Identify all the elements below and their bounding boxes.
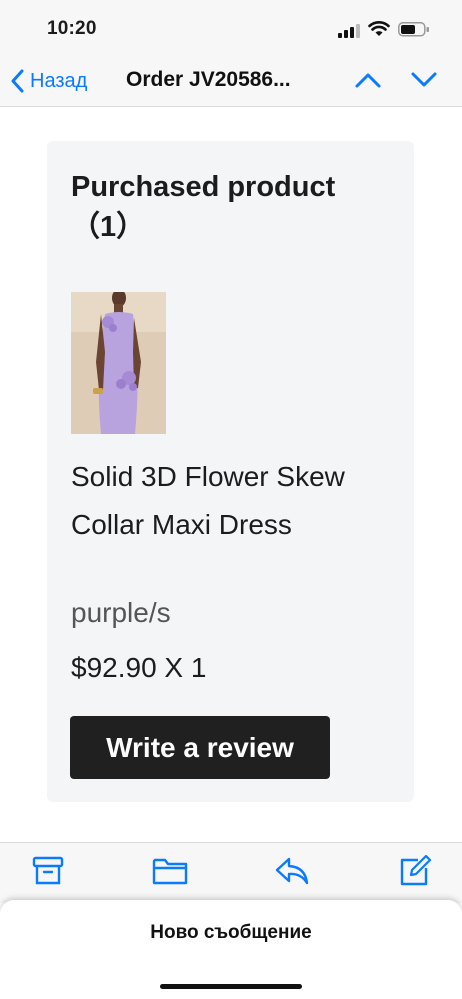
next-message-chevron-down-icon[interactable] <box>410 70 438 90</box>
home-indicator[interactable] <box>160 984 302 989</box>
product-variant: purple/s <box>71 597 171 628</box>
battery-icon <box>398 22 429 37</box>
cut-off-text: ... <box>48 107 71 113</box>
card-title: Purchased product （1） <box>71 171 336 243</box>
product-image[interactable] <box>71 292 166 434</box>
folder-icon[interactable] <box>152 855 188 887</box>
reply-icon[interactable] <box>274 855 310 887</box>
navigation-bar: Назад Order JV20586... <box>0 58 462 107</box>
new-message-title: Ново съобщение <box>150 922 312 943</box>
email-subject-title: Order JV20586... <box>126 68 291 91</box>
chevron-left-icon <box>11 69 24 93</box>
dress-photo-illustration <box>71 292 166 434</box>
archive-icon[interactable] <box>32 855 64 887</box>
mail-toolbar <box>0 842 462 903</box>
wifi-icon <box>368 21 390 36</box>
compose-icon[interactable] <box>398 855 432 887</box>
previous-message-chevron-up-icon[interactable] <box>354 70 382 90</box>
status-time: 10:20 <box>47 18 97 39</box>
write-review-button[interactable]: Write a review <box>70 716 330 779</box>
product-price: $92.90 X 1 <box>71 652 207 683</box>
status-bar: 10:20 <box>0 0 462 58</box>
purchased-product-card: Purchased product （1） Solid 3D Flower Sk… <box>47 141 414 802</box>
cellular-signal-icon <box>338 24 360 38</box>
email-body[interactable]: ... Purchased product （1） Solid 3D Flowe… <box>0 107 462 842</box>
back-label: Назад <box>30 69 88 92</box>
product-name[interactable]: Solid 3D Flower Skew Collar Maxi Dress <box>71 453 371 549</box>
back-button[interactable]: Назад <box>10 66 87 96</box>
